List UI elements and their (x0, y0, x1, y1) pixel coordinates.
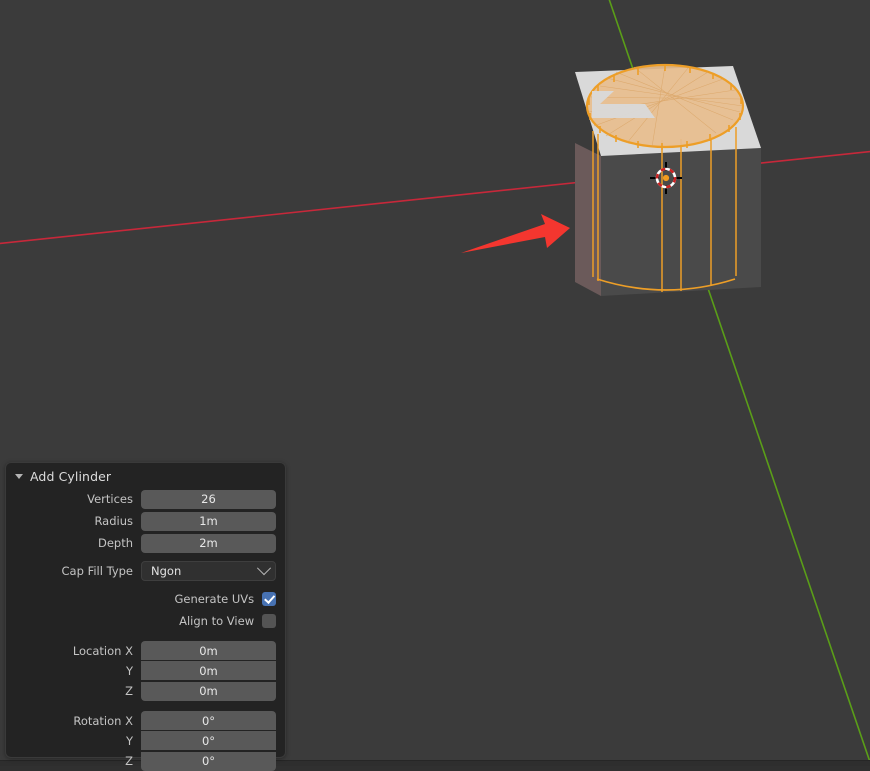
rotation-z-field[interactable]: 0° (141, 751, 276, 771)
location-y-label: Y (125, 664, 133, 678)
row-location-x: Location X 0m (6, 641, 276, 661)
row-rotation-z: Z 0° (6, 751, 276, 771)
align-to-view-label: Align to View (179, 614, 255, 628)
row-rotation-y: Y 0° (6, 731, 276, 751)
row-radius: Radius 1m (6, 511, 276, 531)
location-y-field[interactable]: 0m (141, 661, 276, 680)
radius-label: Radius (94, 514, 133, 528)
generate-uvs-label: Generate UVs (174, 592, 255, 606)
generate-uvs-checkbox[interactable] (262, 592, 276, 606)
panel-body: Vertices 26 Radius 1m Depth 2m Cap Fill … (6, 489, 285, 771)
row-generate-uvs: Generate UVs (6, 589, 276, 609)
cap-fill-type-dropdown[interactable]: Ngon (141, 561, 276, 581)
radius-field[interactable]: 1m (141, 511, 276, 531)
rotation-y-field[interactable]: 0° (141, 731, 276, 750)
row-vertices: Vertices 26 (6, 489, 276, 509)
chevron-down-icon (256, 561, 272, 576)
rotation-y-label: Y (125, 734, 133, 748)
annotation-arrow (461, 214, 570, 253)
row-rotation-x: Rotation X 0° (6, 711, 276, 731)
row-location-z: Z 0m (6, 681, 276, 701)
panel-title: Add Cylinder (30, 468, 112, 484)
location-z-label: Z (125, 684, 133, 698)
cap-fill-type-label: Cap Fill Type (61, 564, 133, 578)
row-location-y: Y 0m (6, 661, 276, 681)
align-to-view-checkbox[interactable] (262, 614, 276, 628)
check-icon (264, 592, 276, 604)
row-depth: Depth 2m (6, 533, 276, 553)
row-align-to-view: Align to View (6, 611, 276, 631)
location-z-field[interactable]: 0m (141, 681, 276, 701)
location-x-label: Location X (72, 644, 133, 658)
location-x-field[interactable]: 0m (141, 641, 276, 660)
chevron-down-icon[interactable] (15, 473, 23, 479)
vertices-field[interactable]: 26 (141, 489, 276, 509)
rotation-x-label: Rotation X (73, 714, 133, 728)
vertices-label: Vertices (87, 492, 133, 506)
rotation-x-field[interactable]: 0° (141, 711, 276, 730)
depth-field[interactable]: 2m (141, 533, 276, 553)
row-cap-fill-type: Cap Fill Type Ngon (6, 561, 276, 581)
panel-header[interactable]: Add Cylinder (6, 463, 285, 489)
add-cylinder-operator-panel[interactable]: Add Cylinder Vertices 26 Radius 1m Depth… (5, 462, 286, 771)
cube-left-face (575, 143, 601, 296)
depth-label: Depth (97, 536, 133, 550)
cap-fill-type-value: Ngon (151, 564, 182, 578)
